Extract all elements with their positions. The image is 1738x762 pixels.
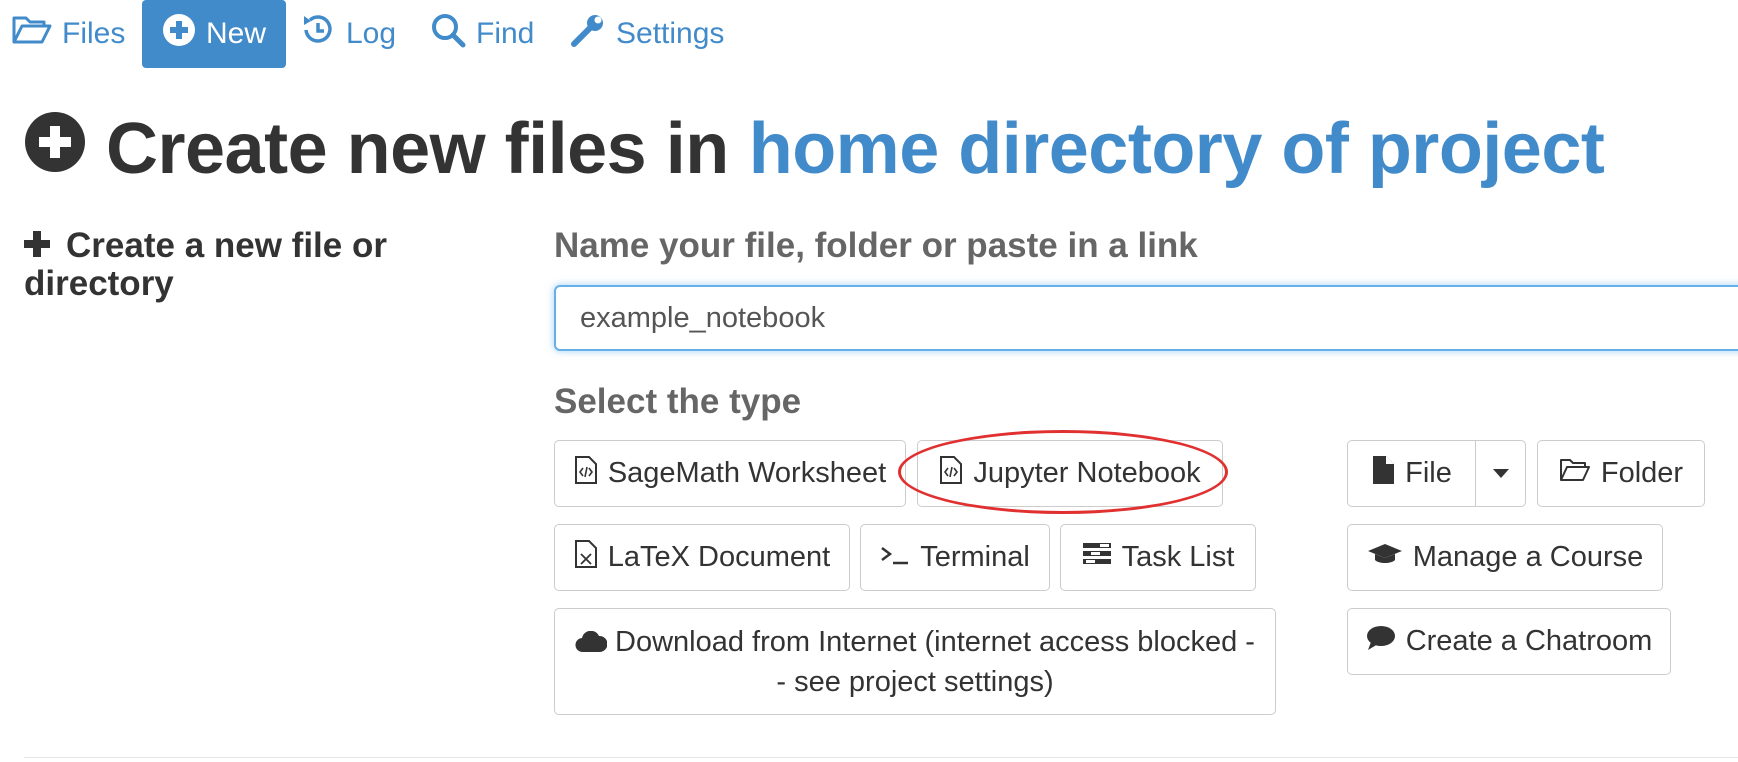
- search-icon: [430, 12, 476, 56]
- nav-log-label: Log: [346, 17, 397, 50]
- file-button[interactable]: File: [1347, 440, 1476, 507]
- cloud-icon: [575, 630, 608, 652]
- manage-course-label: Manage a Course: [1412, 541, 1644, 573]
- latex-document-button[interactable]: LaTeX Document: [554, 524, 850, 591]
- nav-find-label: Find: [476, 17, 535, 50]
- plus-circle-icon: [24, 108, 106, 190]
- title-prefix: Create new files in: [106, 109, 729, 189]
- download-label: Download from Internet (internet access …: [615, 625, 1255, 698]
- plus-icon: [24, 224, 60, 265]
- download-from-internet-button[interactable]: Download from Internet (internet access …: [554, 608, 1276, 715]
- code-file-icon: [574, 455, 608, 493]
- terminal-label: Terminal: [920, 541, 1030, 573]
- type-label: Select the type: [554, 382, 802, 421]
- latex-file-icon: [574, 539, 608, 577]
- latex-label: LaTeX Document: [607, 541, 831, 573]
- terminal-button[interactable]: Terminal: [860, 524, 1050, 591]
- nav-find[interactable]: Find: [430, 0, 534, 68]
- jupyter-label: Jupyter Notebook: [973, 457, 1201, 489]
- nav-new[interactable]: New: [142, 0, 287, 68]
- tasks-icon: [1082, 541, 1122, 574]
- title-directory-link[interactable]: home directory of project: [749, 108, 1605, 190]
- wrench-icon: [570, 12, 616, 56]
- file-icon: [1371, 455, 1405, 493]
- top-nav: Files New Log Find Settings: [0, 0, 760, 68]
- comment-icon: [1366, 625, 1406, 659]
- nav-new-label: New: [206, 17, 267, 50]
- chatroom-label: Create a Chatroom: [1405, 625, 1653, 657]
- folder-open-icon: [1559, 457, 1601, 491]
- nav-files-label: Files: [62, 17, 126, 50]
- sagemath-worksheet-button[interactable]: SageMath Worksheet: [554, 440, 906, 507]
- task-list-label: Task List: [1121, 541, 1235, 573]
- jupyter-notebook-button[interactable]: Jupyter Notebook: [917, 440, 1223, 507]
- nav-log[interactable]: Log: [300, 0, 396, 68]
- nav-settings-label: Settings: [616, 17, 725, 50]
- manage-course-button[interactable]: Manage a Course: [1347, 524, 1663, 591]
- nav-settings[interactable]: Settings: [570, 0, 724, 68]
- graduation-cap-icon: [1367, 541, 1413, 574]
- folder-label: Folder: [1600, 457, 1684, 489]
- divider: [24, 757, 1738, 758]
- task-list-button[interactable]: Task List: [1060, 524, 1256, 591]
- filename-input[interactable]: [554, 285, 1738, 351]
- file-label: File: [1405, 457, 1452, 489]
- code-file-icon: [939, 455, 973, 493]
- sagemath-label: SageMath Worksheet: [607, 457, 887, 489]
- page-title: Create new files in home directory of pr…: [24, 108, 1605, 190]
- folder-button[interactable]: Folder: [1537, 440, 1705, 507]
- caret-down-icon: [1492, 469, 1509, 478]
- sidebar-heading: Create a new file or directory: [24, 226, 454, 303]
- sidebar-heading-label: Create a new file or directory: [24, 226, 387, 303]
- nav-files[interactable]: Files: [12, 0, 125, 68]
- name-label: Name your file, folder or paste in a lin…: [554, 226, 1198, 265]
- terminal-icon: [880, 541, 920, 574]
- create-chatroom-button[interactable]: Create a Chatroom: [1347, 608, 1671, 675]
- history-icon: [300, 12, 346, 56]
- file-type-dropdown-toggle[interactable]: [1476, 440, 1526, 507]
- download-text: Download from Internet (internet access …: [575, 622, 1255, 702]
- folder-open-icon: [12, 14, 62, 54]
- plus-circle-icon: [162, 13, 206, 55]
